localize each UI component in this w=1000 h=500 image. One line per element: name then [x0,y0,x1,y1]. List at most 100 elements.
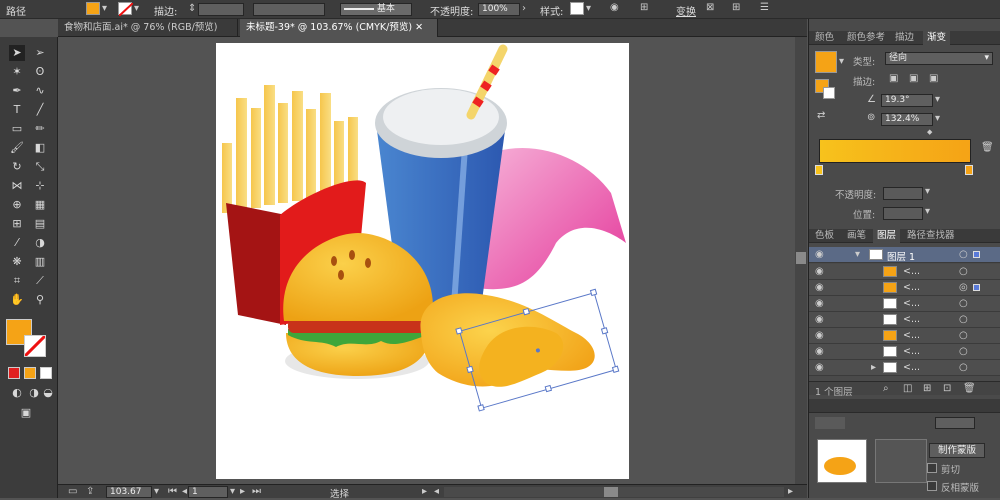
selection-indicator[interactable] [973,284,980,291]
stop-location-input[interactable] [883,207,923,220]
zoom-input[interactable]: 103.67 [106,486,152,498]
next-artboard-icon[interactable]: ▸ [240,485,245,499]
gradient-slider[interactable] [819,139,971,163]
sublayer-name[interactable]: <... [903,266,920,277]
share-icon[interactable]: ⇪ [86,485,94,499]
artboard-tool-icon[interactable]: ⌗ [9,273,25,289]
gradient-preview-swatch[interactable] [815,51,837,73]
brush-dropdown[interactable]: 基本 [340,3,412,16]
chevron-down-icon[interactable]: ▾ [855,248,860,262]
tab-gradient[interactable]: 渐变 [923,31,951,45]
stroke-weight-stepper[interactable]: ⇕ [188,2,196,16]
recolor-artwork-icon[interactable]: ◉ [610,1,619,15]
stroke-gradient-along-icon[interactable]: ▣ [909,72,918,86]
tab-brushes[interactable]: 画笔 [843,229,870,243]
mesh-tool-icon[interactable]: ⊞ [9,216,25,232]
stroke-label[interactable]: 描边: [154,3,177,18]
chevron-down-icon[interactable]: ▾ [839,55,844,69]
gradient-stop-end[interactable] [965,165,973,175]
curvature-tool-icon[interactable]: ∿ [32,83,48,99]
style-swatch[interactable] [570,2,584,15]
type-tool-icon[interactable]: T [9,102,25,118]
lasso-tool-icon[interactable]: ʘ [32,64,48,80]
color-mode-button[interactable] [8,367,20,379]
eyedropper-tool-icon[interactable]: ⁄ [9,235,25,251]
target-icon[interactable]: ○ [959,361,968,375]
mask-thumbnail[interactable] [875,439,927,483]
new-layer-icon[interactable]: ⊡ [943,382,951,396]
symbol-sprayer-tool-icon[interactable]: ❋ [9,254,25,270]
magic-wand-tool-icon[interactable]: ✶ [9,64,25,80]
clipping-mask-icon[interactable]: ◫ [903,382,912,396]
artboard[interactable] [216,43,629,479]
opacity-input[interactable]: 100% [478,3,520,16]
locate-object-icon[interactable]: ⌕ [883,382,889,396]
isolate-icon[interactable]: ⊠ [706,1,714,15]
gradient-mode-button[interactable] [24,367,36,379]
gradient-type-dropdown[interactable]: 径向 ▾ [885,52,993,65]
chevron-down-icon[interactable]: ▾ [154,485,159,499]
target-icon[interactable]: ○ [959,265,968,279]
close-icon[interactable]: ✕ [415,22,423,33]
new-sublayer-icon[interactable]: ⊞ [923,382,931,396]
target-icon[interactable]: ○ [959,329,968,343]
sublayer-row[interactable]: ◉ <... ○ [809,328,1000,344]
chevron-down-icon[interactable]: ▾ [230,485,235,499]
layer-row-1[interactable]: ◉ ▾ 图层 1 ○ [809,247,1000,263]
menu-icon[interactable]: ☰ [760,1,769,15]
clip-checkbox[interactable] [927,463,937,473]
tab-layers[interactable]: 图层 [873,229,901,243]
gradient-tool-icon[interactable]: ▤ [32,216,48,232]
free-transform-tool-icon[interactable]: ⊹ [32,178,48,194]
hand-tool-icon[interactable]: ✋ [9,292,25,308]
pen-tool-icon[interactable]: ✒ [9,83,25,99]
stroke-gradient-within-icon[interactable]: ▣ [889,72,898,86]
sublayer-row[interactable]: ◉ <... ○ [809,344,1000,360]
tab-document-2[interactable]: 未标题-39* @ 103.67% (CMYK/预览) ✕ [240,19,438,37]
column-graph-tool-icon[interactable]: ▥ [32,254,48,270]
tab-stroke[interactable]: 描边 [891,31,918,45]
zoom-tool-icon[interactable]: ⚲ [32,292,48,308]
sublayer-name[interactable]: <... [903,362,920,373]
scale-tool-icon[interactable]: ⤡ [32,159,48,175]
perspective-grid-tool-icon[interactable]: ▦ [32,197,48,213]
first-artboard-icon[interactable]: ⏮ [168,485,177,499]
previous-artboard-icon[interactable]: ◂ [182,485,187,499]
aspect-ratio-input[interactable]: 132.4% [881,113,933,126]
scroll-left-icon[interactable]: ◂ [434,485,439,499]
align-icon[interactable]: ⊞ [640,1,648,15]
horizontal-scrollbar[interactable] [444,487,784,497]
invert-mask-checkbox[interactable] [927,481,937,491]
transform-link[interactable]: 变换 [676,3,696,18]
delete-stop-icon[interactable]: 🗑 [981,141,994,155]
layer-name[interactable]: 图层 1 [887,249,915,263]
scroll-right-icon[interactable]: ▸ [788,485,793,499]
pencil-tool-icon[interactable]: ✏ [32,121,48,137]
scrollbar-thumb[interactable] [796,252,806,264]
selection-tool-icon[interactable]: ➤ [9,45,25,61]
angle-input[interactable]: 19.3° [881,94,933,107]
selection-indicator[interactable] [973,251,980,258]
width-tool-icon[interactable]: ⋈ [9,178,25,194]
chevron-right-icon[interactable]: › [522,2,526,16]
target-icon[interactable]: ◎ [959,281,968,295]
blend-tool-icon[interactable]: ◑ [32,235,48,251]
eye-icon[interactable]: ◉ [815,248,824,262]
sublayer-name[interactable]: <... [903,298,920,309]
sublayer-row[interactable]: ◉ <... ○ [809,264,1000,280]
sublayer-name[interactable]: <... [903,314,920,325]
horizontal-scrollbar-thumb[interactable] [604,487,618,497]
rotate-tool-icon[interactable]: ↻ [9,159,25,175]
artboard-nav-icon[interactable]: ▭ [68,485,77,499]
target-icon[interactable]: ○ [959,313,968,327]
vertical-scrollbar[interactable] [795,37,807,484]
tab-color-guide[interactable]: 颜色参考 [843,31,889,45]
chevron-down-icon[interactable]: ▾ [925,205,930,219]
eraser-tool-icon[interactable]: ◧ [32,140,48,156]
chevron-down-icon[interactable]: ▾ [935,112,940,126]
eye-icon[interactable]: ◉ [815,361,824,375]
gradient-stop-start[interactable] [815,165,823,175]
target-icon[interactable]: ○ [959,297,968,311]
line-tool-icon[interactable]: ╱ [32,102,48,118]
chevron-down-icon[interactable]: ▾ [134,2,139,16]
